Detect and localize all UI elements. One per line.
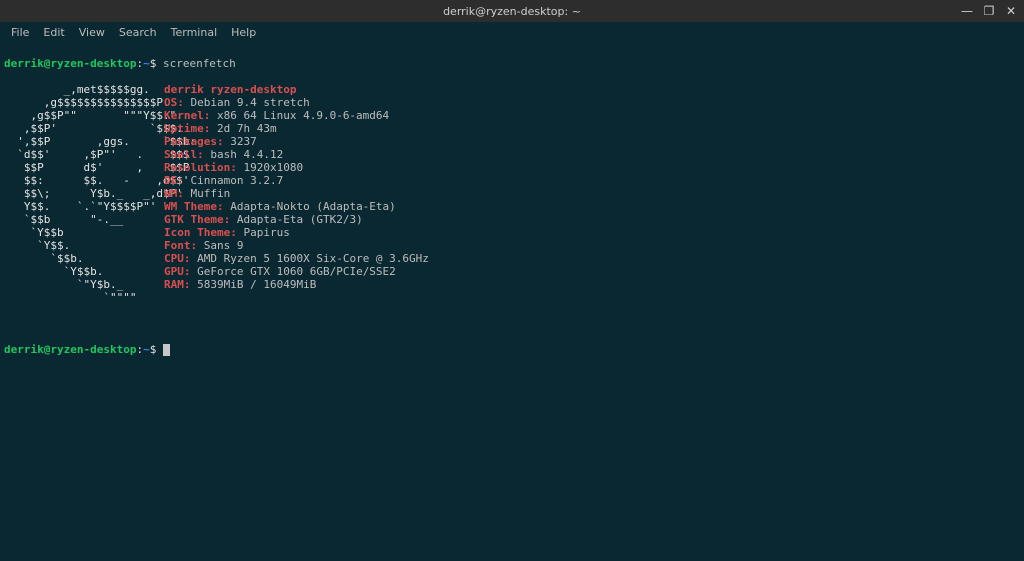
info-label-wm: WM: bbox=[164, 187, 184, 200]
prompt-user-host-2: derrik@ryzen-desktop bbox=[4, 343, 136, 356]
prompt-line-2: derrik@ryzen-desktop:~$ bbox=[4, 343, 1020, 356]
info-value-shell: bash 4.4.12 bbox=[210, 148, 283, 161]
close-button[interactable]: ✕ bbox=[1004, 5, 1018, 17]
typed-command: screenfetch bbox=[163, 57, 236, 70]
info-label-wm-theme: WM Theme: bbox=[164, 200, 224, 213]
info-value-icon-theme: Papirus bbox=[243, 226, 289, 239]
info-label-font: Font: bbox=[164, 239, 197, 252]
menubar: File Edit View Search Terminal Help bbox=[0, 22, 1024, 42]
info-value-wm: Muffin bbox=[191, 187, 231, 200]
window-title: derrik@ryzen-desktop: ~ bbox=[0, 6, 1024, 17]
info-label-resolution: Resolution: bbox=[164, 161, 237, 174]
menu-search[interactable]: Search bbox=[112, 25, 164, 40]
info-value-resolution: 1920x1080 bbox=[243, 161, 303, 174]
minimize-button[interactable]: — bbox=[960, 5, 974, 17]
system-info: derrik ryzen-desktop OS: Debian 9.4 stre… bbox=[164, 83, 429, 304]
info-label-de: DE: bbox=[164, 174, 184, 187]
prompt-line-1: derrik@ryzen-desktop:~$ screenfetch bbox=[4, 57, 1020, 70]
info-value-de: Cinnamon 3.2.7 bbox=[191, 174, 284, 187]
screenfetch-output: _,met$$$$$gg. ,g$$$$$$$$$$$$$$$P. ,g$$P"… bbox=[4, 83, 1020, 304]
info-value-packages: 3237 bbox=[230, 135, 257, 148]
info-label-kernel: Kernel: bbox=[164, 109, 210, 122]
info-label-os: OS: bbox=[164, 96, 184, 109]
info-label-shell: Shell: bbox=[164, 148, 204, 161]
prompt-path-2: ~ bbox=[143, 343, 150, 356]
menu-edit[interactable]: Edit bbox=[36, 25, 71, 40]
info-value-ram: 5839MiB / 16049MiB bbox=[197, 278, 316, 291]
menu-view[interactable]: View bbox=[72, 25, 112, 40]
info-label-gpu: GPU: bbox=[164, 265, 191, 278]
info-value-kernel: x86 64 Linux 4.9.0-6-amd64 bbox=[217, 109, 389, 122]
info-value-wm-theme: Adapta-Nokto (Adapta-Eta) bbox=[230, 200, 396, 213]
info-label-ram: RAM: bbox=[164, 278, 191, 291]
titlebar: derrik@ryzen-desktop: ~ — ❐ ✕ bbox=[0, 0, 1024, 22]
info-label-icon-theme: Icon Theme: bbox=[164, 226, 237, 239]
info-value-gpu: GeForce GTX 1060 6GB/PCIe/SSE2 bbox=[197, 265, 396, 278]
menu-help[interactable]: Help bbox=[224, 25, 263, 40]
blank-line bbox=[4, 317, 1020, 330]
info-value-os: Debian 9.4 stretch bbox=[191, 96, 310, 109]
window-controls: — ❐ ✕ bbox=[960, 0, 1018, 22]
info-label-uptime: Uptime: bbox=[164, 122, 210, 135]
ascii-art: _,met$$$$$gg. ,g$$$$$$$$$$$$$$$P. ,g$$P"… bbox=[4, 83, 164, 304]
info-value-font: Sans 9 bbox=[204, 239, 244, 252]
cursor bbox=[163, 344, 170, 356]
menu-terminal[interactable]: Terminal bbox=[164, 25, 225, 40]
info-label-gtk-theme: GTK Theme: bbox=[164, 213, 230, 226]
info-value-uptime: 2d 7h 43m bbox=[217, 122, 277, 135]
terminal-viewport[interactable]: derrik@ryzen-desktop:~$ screenfetch _,me… bbox=[0, 42, 1024, 369]
info-header: derrik ryzen-desktop bbox=[164, 83, 296, 96]
info-value-cpu: AMD Ryzen 5 1600X Six-Core @ 3.6GHz bbox=[197, 252, 429, 265]
info-value-gtk-theme: Adapta-Eta (GTK2/3) bbox=[237, 213, 363, 226]
info-label-packages: Packages: bbox=[164, 135, 224, 148]
info-label-cpu: CPU: bbox=[164, 252, 191, 265]
menu-file[interactable]: File bbox=[4, 25, 36, 40]
maximize-button[interactable]: ❐ bbox=[982, 5, 996, 17]
prompt-user-host: derrik@ryzen-desktop bbox=[4, 57, 136, 70]
prompt-path: ~ bbox=[143, 57, 150, 70]
